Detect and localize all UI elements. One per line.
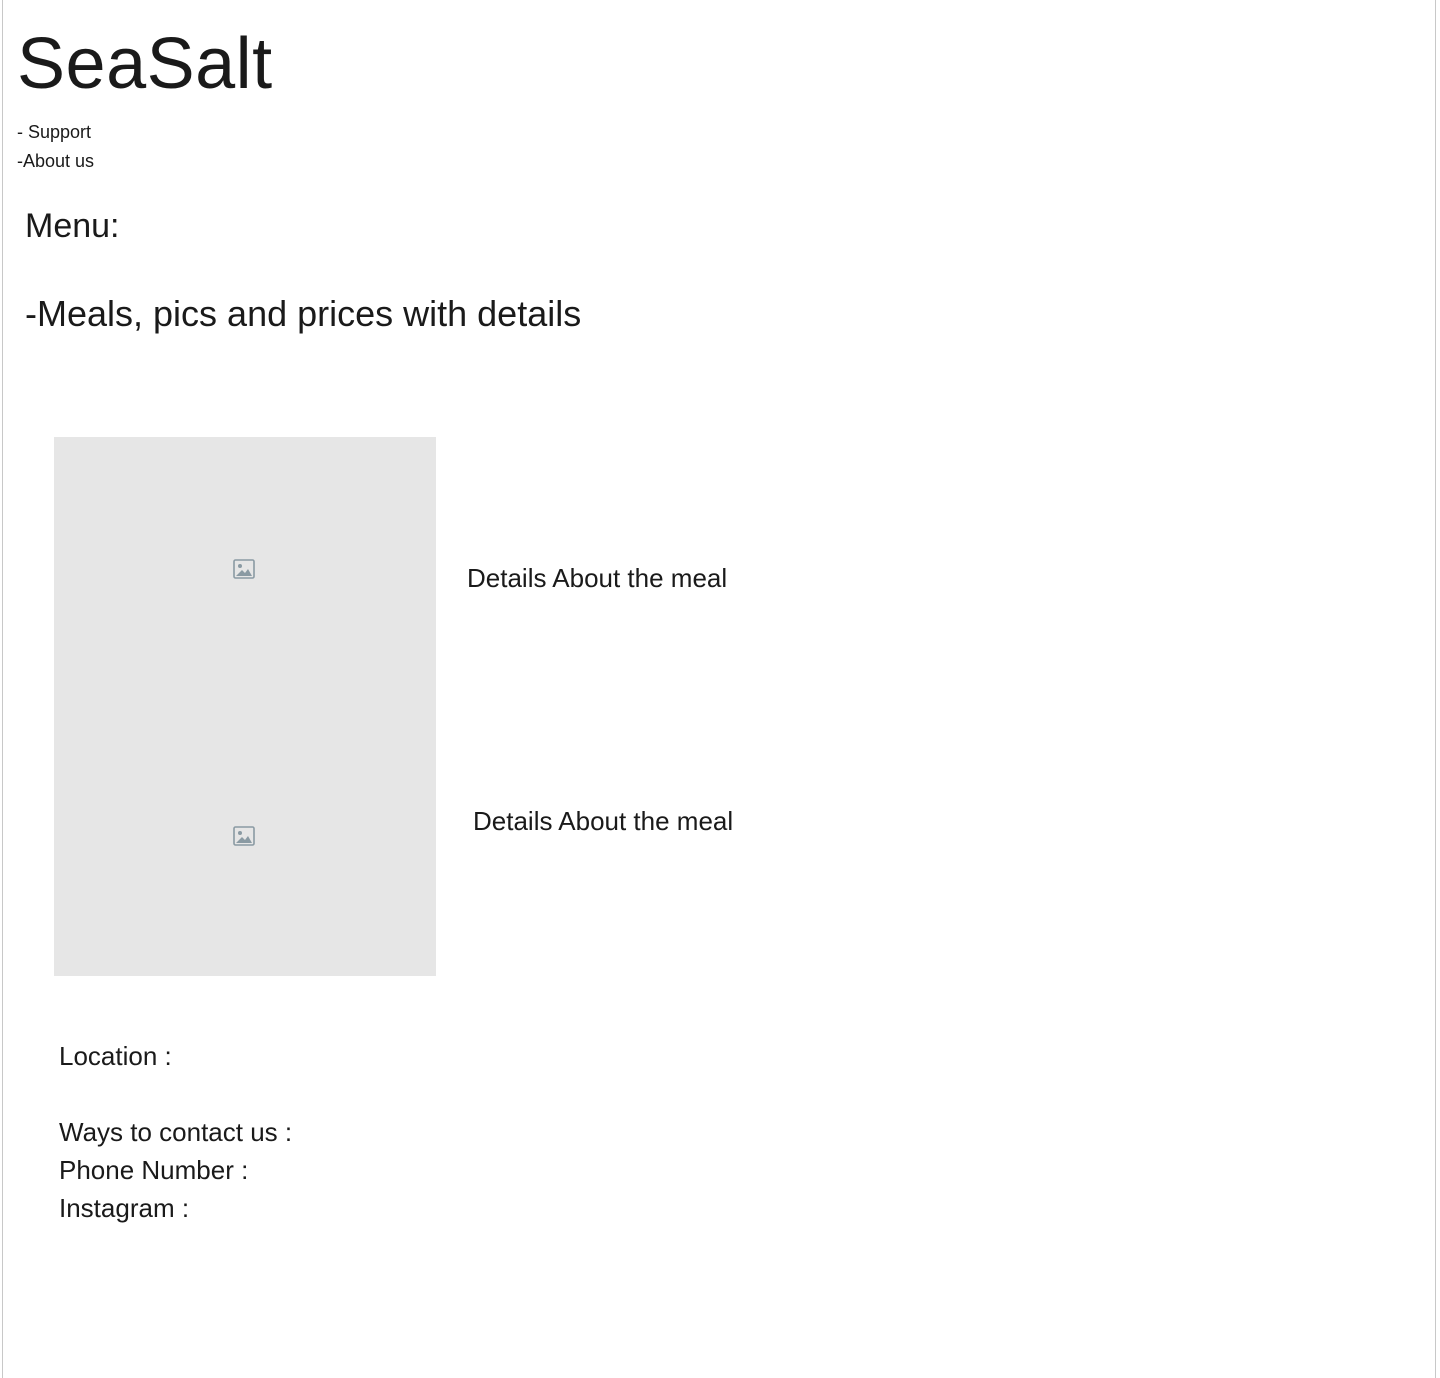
contact-ways-label: Ways to contact us : (59, 1117, 293, 1147)
image-placeholder-icon (233, 826, 255, 846)
brand-title: SeaSalt (17, 24, 273, 104)
menu-heading: Menu: (25, 207, 120, 245)
instagram-label: Instagram : (59, 1193, 190, 1223)
phone-number-label: Phone Number : (59, 1155, 249, 1185)
meal-image-placeholder (54, 437, 436, 976)
location-label: Location : (59, 1041, 172, 1071)
meal-details: Details About the meal (473, 806, 734, 836)
image-placeholder-icon (233, 559, 255, 579)
nav-link-support[interactable]: - Support (17, 121, 91, 143)
menu-subheading: -Meals, pics and prices with details (25, 293, 582, 334)
meal-details: Details About the meal (467, 563, 728, 593)
nav-link-about-us[interactable]: -About us (17, 150, 94, 172)
